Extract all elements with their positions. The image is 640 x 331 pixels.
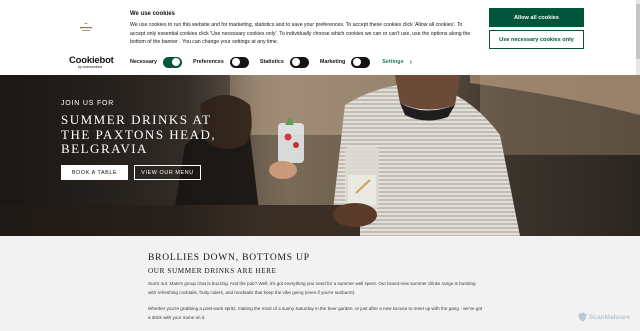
hero-title: SUMMER DRINKS AT THE PAXTONS HEAD, BELGR… [61, 112, 217, 156]
cookie-toggles: Necessary Preferences Statistics Marketi… [130, 56, 412, 68]
shield-icon [578, 312, 587, 322]
toggle-preferences: Preferences [192, 56, 249, 68]
switch-knob [171, 58, 180, 66]
chevron-right-icon: › [409, 58, 412, 66]
allow-all-cookies-button[interactable]: Allow all cookies [489, 8, 584, 27]
intro-paragraph: Sun's out. Mate's group chat is buzzing.… [148, 281, 476, 295]
hero-banner: JOIN US FOR SUMMER DRINKS AT THE PAXTONS… [0, 75, 640, 236]
toggle-label: Marketing [319, 59, 346, 65]
book-a-table-button[interactable]: BOOK A TABLE [61, 165, 128, 180]
cookie-banner: We use cookies We use cookies to run thi… [0, 0, 640, 75]
site-logo-icon [80, 22, 92, 31]
toggle-necessary: Necessary [130, 56, 182, 68]
hero-kicker: JOIN US FOR [61, 100, 115, 107]
switch-knob [291, 58, 300, 66]
cookie-scrollbar[interactable] [636, 0, 640, 75]
necessary-switch[interactable] [162, 56, 182, 68]
toggle-marketing: Marketing [319, 56, 371, 68]
cookie-title: We use cookies [130, 11, 175, 17]
second-paragraph: Whether you're grabbing a post-work spri… [148, 306, 483, 320]
main-content: BROLLIES DOWN, BOTTOMS UP OUR SUMMER DRI… [0, 236, 640, 331]
toggle-label: Preferences [192, 59, 224, 65]
toggle-statistics: Statistics [259, 56, 309, 68]
watermark-text: ScanMalware [589, 313, 631, 321]
scrollbar-thumb[interactable] [636, 4, 640, 59]
cookiebot-logo-text: Cookiebot [69, 55, 114, 66]
view-menu-button[interactable]: VIEW OUR MENU [134, 165, 201, 180]
section-subheading: OUR SUMMER DRINKS ARE HERE [148, 267, 277, 275]
settings-label: Settings [382, 59, 404, 65]
switch-knob [231, 58, 240, 66]
necessary-cookies-only-button[interactable]: Use necessary cookies only [489, 30, 584, 49]
scanmalware-watermark: ScanMalware [578, 312, 630, 322]
toggle-label: Statistics [259, 59, 284, 65]
switch-knob [353, 58, 362, 66]
cookie-description: We use cookies to run this website and f… [130, 22, 471, 45]
cookiebot-logo: Cookiebot by Usercentrics [69, 56, 114, 69]
section-heading: BROLLIES DOWN, BOTTOMS UP [148, 253, 310, 263]
marketing-switch[interactable] [351, 56, 371, 68]
preferences-switch[interactable] [229, 56, 249, 68]
toggle-label: Necessary [130, 59, 157, 65]
statistics-switch[interactable] [289, 56, 309, 68]
settings-link[interactable]: Settings › [382, 59, 412, 66]
